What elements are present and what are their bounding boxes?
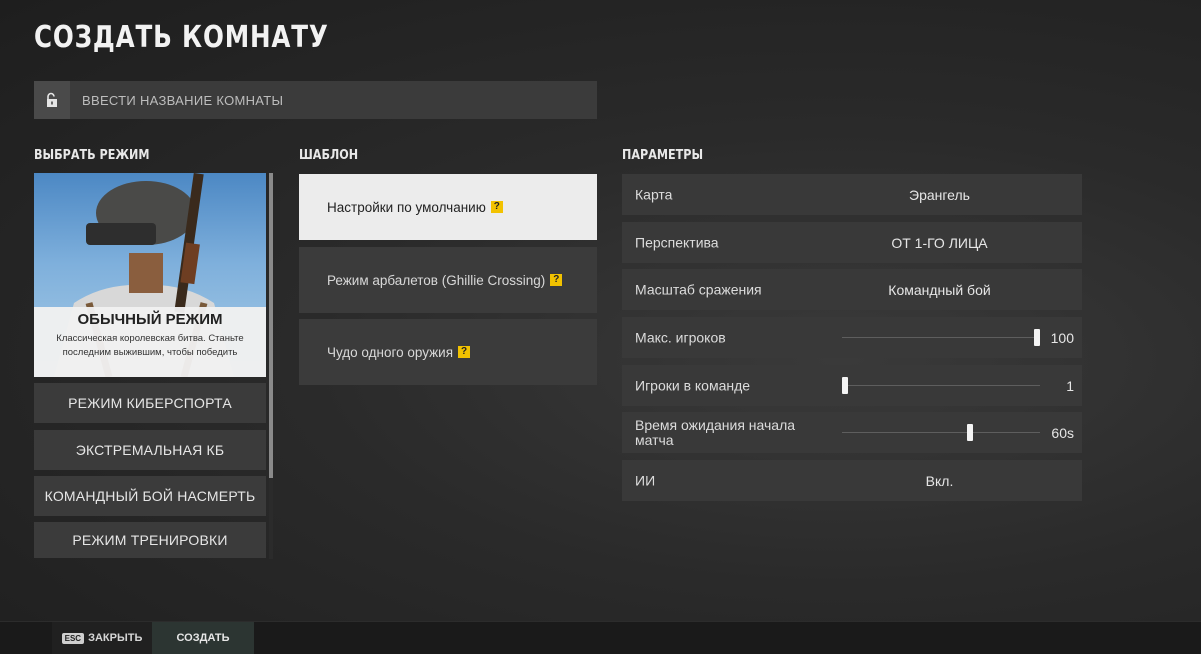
- param-max-players[interactable]: Макс. игроков 100: [622, 317, 1082, 358]
- template-label: Настройки по умолчанию: [327, 199, 486, 215]
- param-value[interactable]: Эрангель: [852, 187, 1027, 203]
- room-name-field[interactable]: [34, 80, 597, 120]
- slider-track[interactable]: [842, 385, 1040, 386]
- template-label: Чудо одного оружия: [327, 344, 454, 360]
- mode-item-esports[interactable]: РЕЖИМ КИБЕРСПОРТА: [34, 383, 266, 423]
- slider-value: 60s: [1051, 424, 1074, 441]
- mode-scroll-thumb[interactable]: [269, 173, 273, 478]
- mode-card-description: Классическая королевская битва. Станьте …: [56, 333, 244, 358]
- param-map[interactable]: Карта Эрангель: [622, 174, 1082, 215]
- mode-card-title: ОБЫЧНЫЙ РЕЖИМ: [77, 311, 223, 328]
- param-value[interactable]: Командный бой: [852, 282, 1027, 298]
- template-default[interactable]: Настройки по умолчанию ?: [299, 174, 597, 240]
- param-label: Масштаб сражения: [635, 281, 762, 297]
- template-label: Режим арбалетов (Ghillie Crossing): [327, 272, 546, 288]
- mode-item-training[interactable]: РЕЖИМ ТРЕНИРОВКИ: [34, 522, 266, 558]
- mode-item-tdm[interactable]: КОМАНДНЫЙ БОЙ НАСМЕРТЬ: [34, 476, 266, 516]
- slider-track[interactable]: [842, 432, 1040, 433]
- param-ai[interactable]: ИИ Вкл.: [622, 460, 1082, 501]
- lock-toggle[interactable]: [34, 81, 70, 119]
- create-button[interactable]: СОЗДАТЬ: [152, 622, 254, 654]
- unlock-icon: [47, 92, 57, 107]
- help-icon[interactable]: ?: [458, 346, 471, 358]
- mode-heading: ВЫБРАТЬ РЕЖИМ: [34, 148, 150, 163]
- mode-card-caption: ОБЫЧНЫЙ РЕЖИМ Классическая королевская б…: [34, 307, 266, 377]
- params-heading: ПАРАМЕТРЫ: [622, 148, 704, 163]
- slider-thumb[interactable]: [1034, 329, 1040, 346]
- mode-item-extreme[interactable]: ЭКСТРЕМАЛЬНАЯ КБ: [34, 430, 266, 470]
- bottom-bar: ESC ЗАКРЫТЬ СОЗДАТЬ: [0, 621, 1201, 654]
- param-value[interactable]: Вкл.: [852, 473, 1027, 489]
- param-wait-time[interactable]: Время ожидания начала матча 60s: [622, 412, 1082, 453]
- room-name-input[interactable]: [70, 80, 597, 120]
- close-button[interactable]: ESC ЗАКРЫТЬ: [52, 622, 152, 654]
- page-title: СОЗДАТЬ КОМНАТУ: [34, 20, 329, 55]
- close-label: ЗАКРЫТЬ: [88, 632, 143, 644]
- template-heading: ШАБЛОН: [299, 148, 359, 163]
- template-one-weapon[interactable]: Чудо одного оружия ?: [299, 319, 597, 385]
- param-label: Игроки в команде: [635, 377, 751, 393]
- mode-card-normal[interactable]: ОБЫЧНЫЙ РЕЖИМ Классическая королевская б…: [34, 173, 266, 377]
- param-value[interactable]: ОТ 1-ГО ЛИЦА: [852, 235, 1027, 251]
- mode-scrollbar[interactable]: [269, 173, 273, 559]
- slider-value: 100: [1050, 329, 1074, 346]
- param-battle-scale[interactable]: Масштаб сражения Командный бой: [622, 269, 1082, 310]
- slider-value: 1: [1066, 377, 1074, 394]
- esc-key-icon: ESC: [61, 632, 85, 644]
- param-label: Время ожидания начала матча: [635, 416, 796, 448]
- param-team-size[interactable]: Игроки в команде 1: [622, 365, 1082, 406]
- param-label: ИИ: [635, 472, 656, 488]
- template-crossbow[interactable]: Режим арбалетов (Ghillie Crossing) ?: [299, 247, 597, 313]
- help-icon[interactable]: ?: [490, 201, 503, 213]
- param-label: Макс. игроков: [635, 329, 726, 345]
- help-icon[interactable]: ?: [550, 274, 563, 286]
- param-perspective[interactable]: Перспектива ОТ 1-ГО ЛИЦА: [622, 222, 1082, 263]
- slider-thumb[interactable]: [842, 377, 848, 394]
- slider-thumb[interactable]: [966, 424, 973, 441]
- param-label: Перспектива: [635, 234, 719, 250]
- slider-track[interactable]: [842, 337, 1040, 338]
- param-label: Карта: [635, 186, 673, 202]
